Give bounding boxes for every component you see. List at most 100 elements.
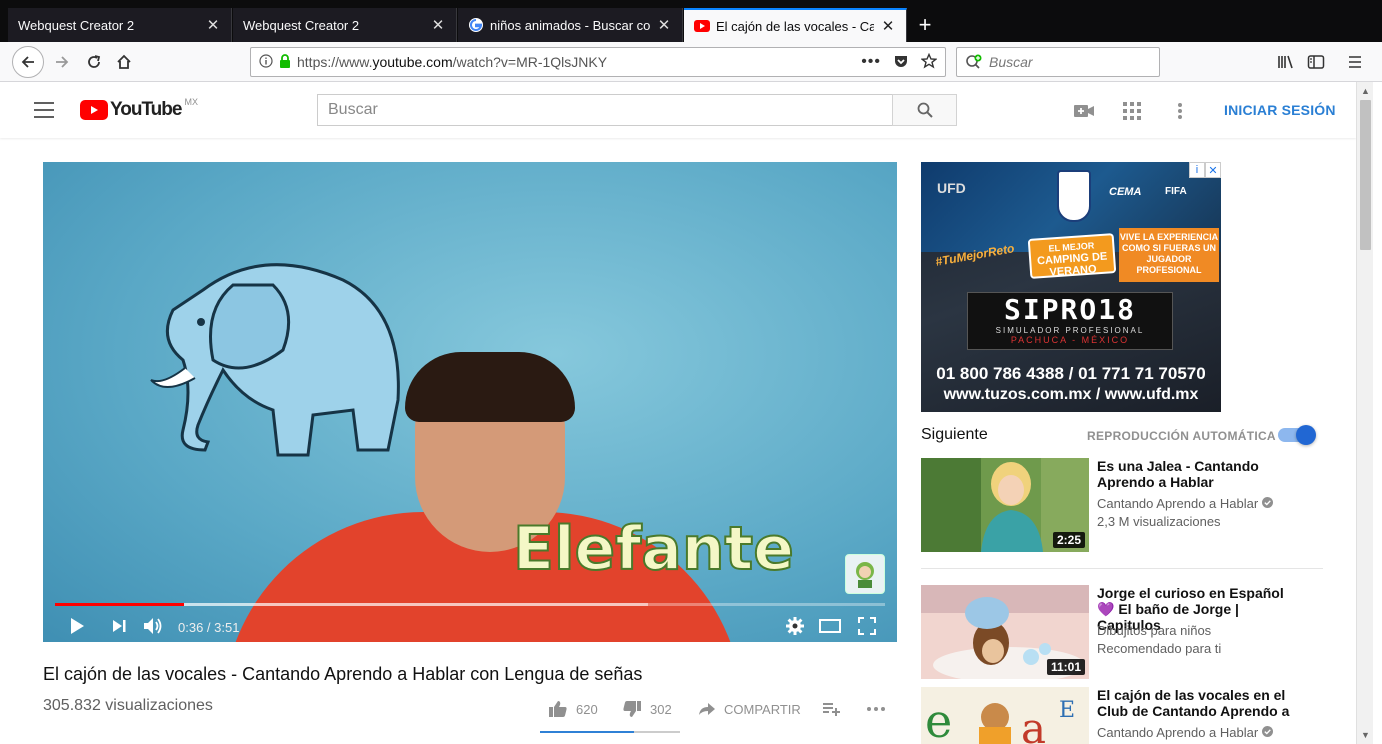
close-icon[interactable]: ✕ bbox=[430, 16, 446, 34]
rec-channel[interactable]: Cantando Aprendo a Hablar bbox=[1097, 725, 1273, 740]
played-bar bbox=[55, 603, 185, 606]
url-path: /watch?v=MR-1QlsJNKY bbox=[452, 54, 608, 70]
progress-bar[interactable] bbox=[55, 603, 885, 606]
home-icon bbox=[117, 54, 131, 69]
browser-tab[interactable]: niños animados - Buscar con G ✕ bbox=[458, 8, 683, 42]
browser-tab[interactable]: Webquest Creator 2 ✕ bbox=[233, 8, 457, 42]
ad-cema-logo: CEMA bbox=[1109, 186, 1142, 198]
display-ad[interactable]: i ✕ UFD CEMA FIFA #TuMejorReto EL MEJOR … bbox=[921, 162, 1221, 412]
time-display: 0:36 / 3:51 bbox=[178, 620, 240, 635]
recommended-video[interactable]: 2:25 Es una Jalea - Cantando Aprendo a H… bbox=[921, 458, 1323, 552]
svg-text:a: a bbox=[1021, 704, 1046, 744]
dislike-button[interactable]: 302 bbox=[622, 696, 672, 722]
tab-title: El cajón de las vocales - Cantan bbox=[716, 18, 874, 34]
arrow-left-icon bbox=[21, 56, 34, 68]
url-prefix: https://www. bbox=[297, 54, 373, 70]
pocket-icon[interactable] bbox=[893, 53, 909, 72]
region-code: MX bbox=[184, 97, 198, 107]
url-text[interactable]: https://www.youtube.com/watch?v=MR-1QlsJ… bbox=[297, 54, 861, 70]
share-button[interactable]: COMPARTIR bbox=[698, 696, 801, 722]
next-button[interactable] bbox=[107, 614, 131, 638]
rec-video-title[interactable]: El cajón de las vocales en el Club de Ca… bbox=[1097, 687, 1297, 719]
like-count: 620 bbox=[576, 701, 598, 717]
youtube-search-button[interactable] bbox=[892, 94, 957, 126]
search-icon bbox=[917, 102, 933, 118]
settings-more-icon[interactable] bbox=[1169, 100, 1191, 122]
svg-text:e: e bbox=[925, 694, 952, 744]
info-icon[interactable] bbox=[259, 53, 273, 71]
video-thumbnail[interactable]: e aE bbox=[921, 687, 1089, 744]
play-button[interactable] bbox=[65, 614, 89, 638]
rec-meta: Recomendado para ti bbox=[1097, 641, 1222, 656]
presenter-hair bbox=[405, 352, 575, 422]
sidebar-button[interactable] bbox=[1302, 48, 1330, 76]
volume-icon bbox=[144, 618, 162, 634]
ad-product-name: SIPRO18 bbox=[1003, 293, 1136, 326]
forward-button[interactable] bbox=[48, 48, 76, 76]
volume-button[interactable] bbox=[141, 614, 165, 638]
more-actions-icon[interactable]: ••• bbox=[861, 53, 881, 71]
close-icon[interactable]: ✕ bbox=[880, 17, 896, 35]
ad-product-sub: SIMULADOR PROFESIONAL bbox=[995, 326, 1145, 335]
page-scrollbar[interactable]: ▲ ▼ bbox=[1356, 82, 1373, 744]
browser-navbar: https://www.youtube.com/watch?v=MR-1QlsJ… bbox=[0, 42, 1382, 82]
ad-websites: www.tuzos.com.mx / www.ufd.mx bbox=[943, 386, 1199, 403]
channel-watermark-icon[interactable] bbox=[845, 554, 885, 594]
ad-fifa-logo: FIFA bbox=[1165, 186, 1187, 197]
video-thumbnail[interactable]: 11:01 bbox=[921, 585, 1089, 679]
view-count: 305.832 visualizaciones bbox=[43, 697, 213, 714]
browser-tab-active[interactable]: El cajón de las vocales - Cantan ✕ bbox=[684, 8, 907, 42]
recommended-video[interactable]: 11:01 Jorge el curioso en Español 💜 El b… bbox=[921, 585, 1323, 679]
theater-mode-button[interactable] bbox=[818, 614, 842, 638]
divider bbox=[921, 568, 1323, 569]
new-tab-button[interactable]: + bbox=[912, 12, 938, 38]
duration-badge: 11:01 bbox=[1046, 659, 1085, 675]
duration-badge: 2:25 bbox=[1052, 532, 1085, 548]
bookmark-star-icon[interactable] bbox=[920, 52, 938, 72]
library-button[interactable] bbox=[1272, 48, 1300, 76]
video-player[interactable]: Elefante 0:36 / 3:51 bbox=[43, 162, 897, 642]
rec-channel[interactable]: Cantando Aprendo a Hablar bbox=[1097, 496, 1273, 511]
thumbs-down-icon bbox=[623, 701, 641, 717]
scroll-down-icon[interactable]: ▼ bbox=[1361, 730, 1370, 740]
tab-title: niños animados - Buscar con G bbox=[490, 17, 650, 33]
rec-video-title[interactable]: Es una Jalea - Cantando Aprendo a Hablar bbox=[1097, 458, 1297, 490]
ad-info-icon[interactable]: i bbox=[1189, 162, 1205, 178]
sign-in-button[interactable]: INICIAR SESIÓN bbox=[1224, 102, 1336, 118]
more-actions-button[interactable] bbox=[866, 696, 894, 722]
close-icon[interactable]: ✕ bbox=[656, 16, 672, 34]
url-bar[interactable]: https://www.youtube.com/watch?v=MR-1QlsJ… bbox=[250, 47, 946, 77]
close-icon[interactable]: ✕ bbox=[205, 16, 221, 34]
fullscreen-button[interactable] bbox=[855, 614, 879, 638]
back-button[interactable] bbox=[12, 46, 44, 78]
gear-icon bbox=[786, 617, 804, 635]
browser-tab[interactable]: Webquest Creator 2 ✕ bbox=[8, 8, 232, 42]
theater-mode-icon bbox=[819, 619, 841, 633]
youtube-logo[interactable]: YouTube MX bbox=[80, 97, 198, 121]
reload-button[interactable] bbox=[80, 48, 108, 76]
like-button[interactable]: 620 bbox=[548, 696, 598, 722]
svg-text:E: E bbox=[1059, 698, 1075, 723]
scroll-up-icon[interactable]: ▲ bbox=[1361, 86, 1370, 96]
playlist-add-icon bbox=[823, 703, 840, 716]
video-thumbnail[interactable]: 2:25 bbox=[921, 458, 1089, 552]
rec-channel[interactable]: Dibujitos para niños bbox=[1097, 623, 1211, 638]
ad-tagline: VIVE LA EXPERIENCIA COMO SI FUERAS UN JU… bbox=[1119, 228, 1219, 282]
ad-close-icon[interactable]: ✕ bbox=[1205, 162, 1221, 178]
scrollbar-thumb[interactable] bbox=[1360, 100, 1371, 250]
apps-grid-icon[interactable] bbox=[1121, 100, 1143, 122]
settings-button[interactable] bbox=[783, 614, 807, 638]
youtube-search-input[interactable]: Buscar bbox=[317, 94, 893, 126]
autoplay-label: REPRODUCCIÓN AUTOMÁTICA bbox=[1087, 429, 1276, 443]
add-to-playlist-button[interactable] bbox=[822, 696, 848, 722]
upload-video-icon[interactable] bbox=[1073, 100, 1095, 122]
guide-menu-icon[interactable] bbox=[34, 102, 54, 118]
menu-button[interactable] bbox=[1341, 48, 1369, 76]
search-add-icon bbox=[966, 54, 982, 69]
autoplay-toggle[interactable] bbox=[1278, 425, 1316, 445]
home-button[interactable] bbox=[110, 48, 138, 76]
recommended-video[interactable]: e aE El cajón de las vocales en el Club d… bbox=[921, 687, 1323, 744]
youtube-favicon-icon bbox=[694, 18, 710, 34]
browser-search-field[interactable]: Buscar bbox=[956, 47, 1160, 77]
dislike-count: 302 bbox=[650, 701, 672, 717]
